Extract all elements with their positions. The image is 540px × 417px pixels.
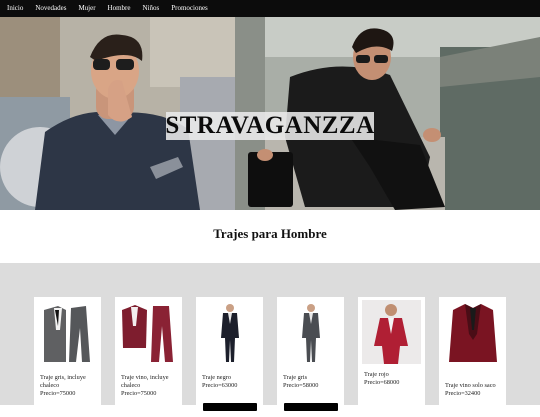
wine-blazer-icon: [449, 304, 497, 362]
product-name: Traje gris: [283, 374, 308, 381]
three-piece-grey-suit-icon: [44, 306, 90, 362]
black-suit-model-icon: [221, 304, 239, 362]
product-gallery: Traje gris, incluye chaleco Precio=75000…: [0, 263, 540, 417]
nav-link-promociones[interactable]: Promociones: [171, 0, 208, 17]
three-piece-wine-suit-icon: [122, 305, 173, 362]
product-card[interactable]: Traje vino solo saco Precio=32400: [439, 297, 506, 417]
add-to-cart-button[interactable]: [203, 403, 257, 411]
add-to-cart-button[interactable]: [284, 403, 338, 411]
brand-name: STRAVAGANZZA: [165, 112, 375, 139]
product-price: Precio=75000: [40, 390, 76, 397]
nav-link-novedades[interactable]: Novedades: [35, 0, 66, 17]
red-suit-model-icon: [362, 300, 421, 364]
nav-link-inicio[interactable]: Inicio: [7, 0, 23, 17]
section-title: Trajes para Hombre: [213, 226, 327, 241]
product-card[interactable]: Traje gris Precio=58000: [277, 297, 344, 417]
product-card[interactable]: Traje gris, incluye chaleco Precio=75000: [34, 297, 101, 417]
nav-link-ninos[interactable]: Niños: [143, 0, 160, 17]
product-name: Traje vino solo saco: [445, 382, 496, 389]
product-card[interactable]: Traje vino, incluye chaleco Precio=75000: [115, 297, 182, 417]
product-price: Precio=63000: [202, 382, 238, 389]
product-name: Traje gris, incluye chaleco: [40, 374, 86, 389]
grey-suit-model-icon: [302, 304, 320, 362]
product-name: Traje rojo: [364, 371, 389, 378]
nav-link-mujer[interactable]: Mujer: [78, 0, 95, 17]
product-name: Traje negro: [202, 374, 231, 381]
brand-logo-banner: STRAVAGANZZA: [165, 112, 375, 140]
product-price: Precio=32400: [445, 390, 481, 397]
top-nav: Inicio Novedades Mujer Hombre Niños Prom…: [0, 0, 540, 17]
product-card[interactable]: Traje rojo Precio=68000: [358, 297, 425, 417]
product-price: Precio=75000: [121, 390, 157, 397]
product-price: Precio=68000: [364, 379, 400, 386]
product-price: Precio=58000: [283, 382, 319, 389]
product-card[interactable]: Traje negro Precio=63000: [196, 297, 263, 417]
nav-link-hombre[interactable]: Hombre: [108, 0, 131, 17]
product-name: Traje vino, incluye chaleco: [121, 374, 169, 389]
hero-banner: STRAVAGANZZA: [0, 17, 540, 210]
